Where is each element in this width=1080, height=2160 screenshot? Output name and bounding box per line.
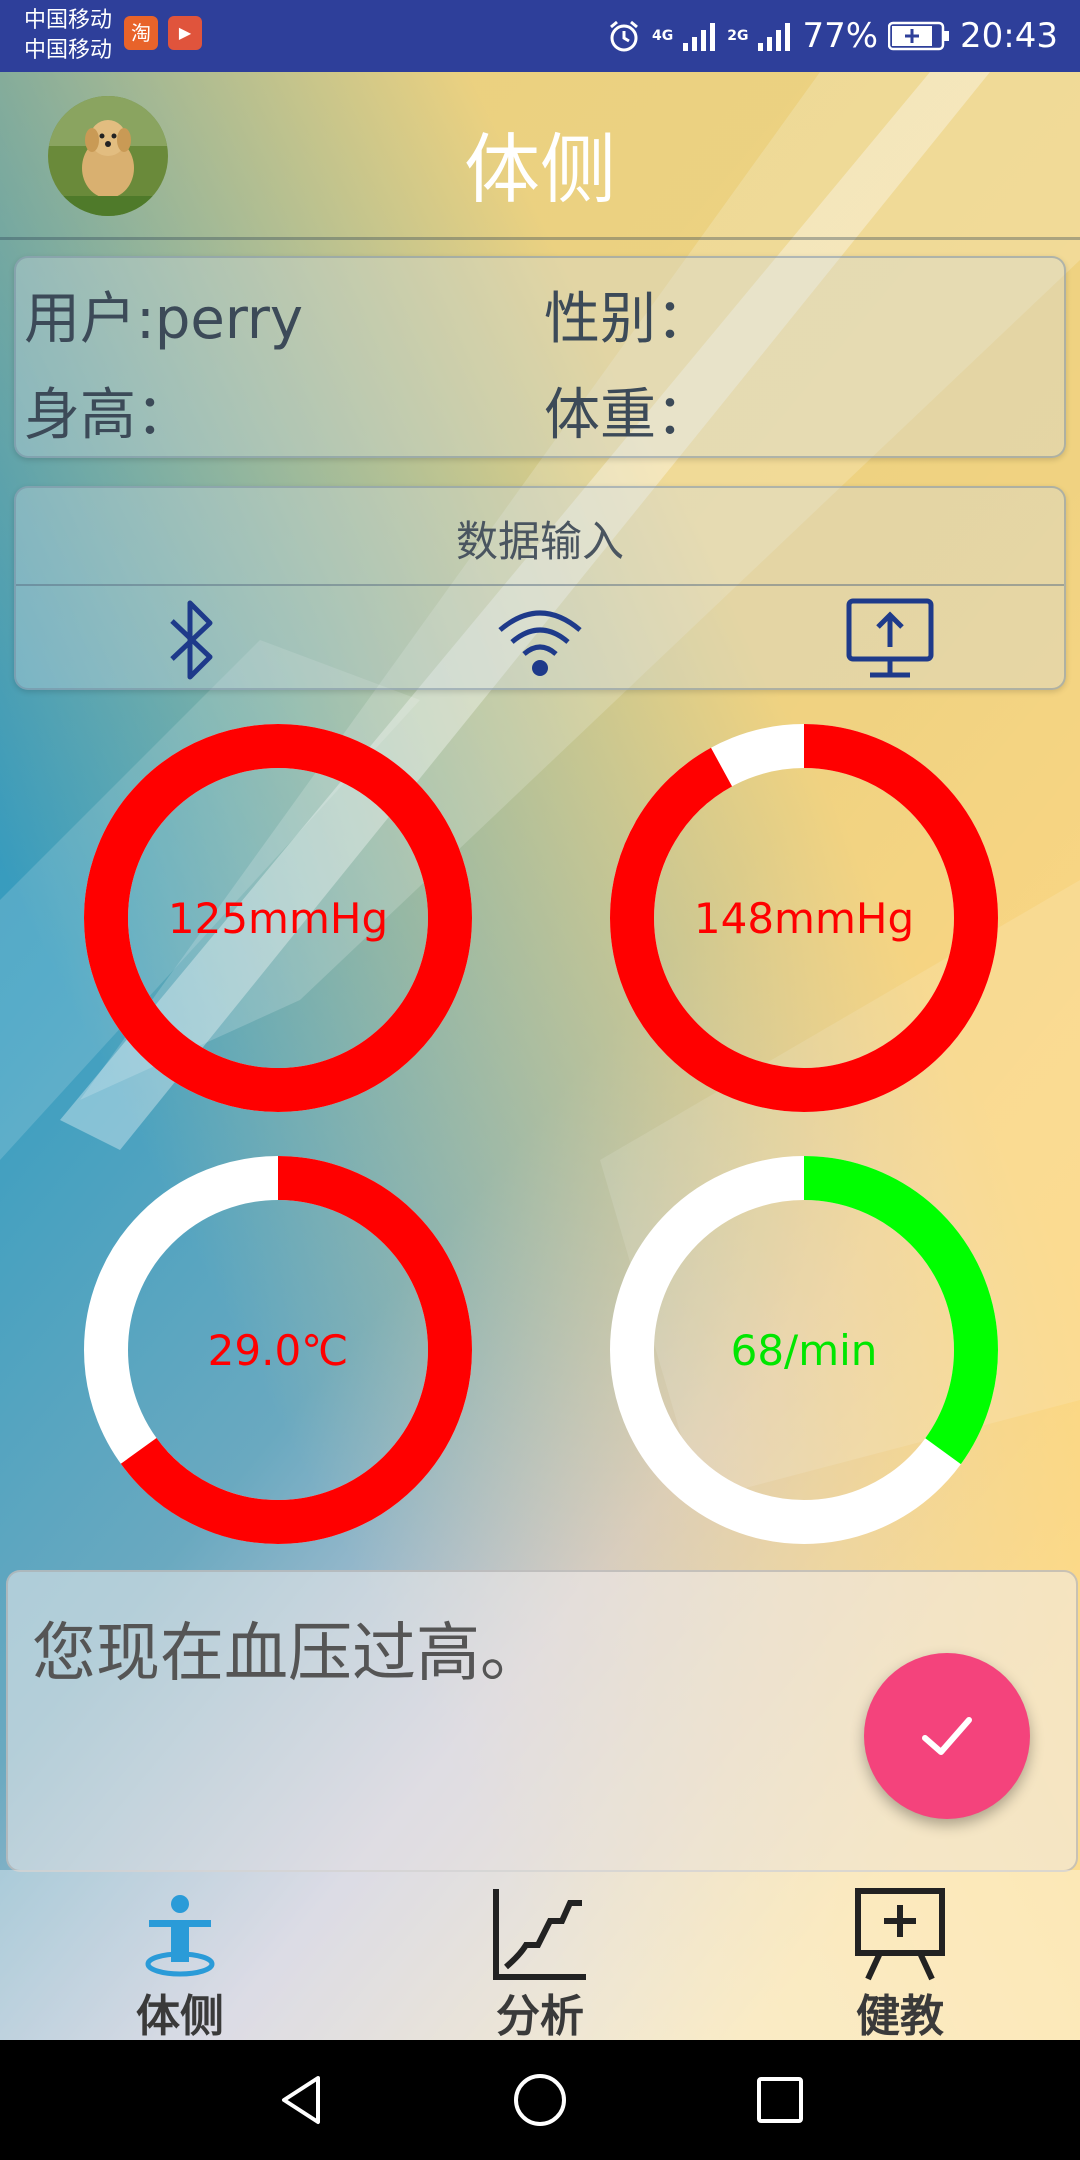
- network-type-2g: 2G: [727, 28, 749, 44]
- system-navigation-bar: [0, 2040, 1080, 2160]
- nav-item-analysis[interactable]: 分析: [420, 1870, 660, 2042]
- recents-square-icon: [757, 2077, 803, 2123]
- temperature-gauge: 29.0℃: [78, 1150, 478, 1550]
- clock: 20:43: [960, 16, 1058, 56]
- nav-item-education[interactable]: 健教: [780, 1870, 1020, 2042]
- nav-item-measure[interactable]: 体侧: [60, 1870, 300, 2042]
- bluetooth-icon[interactable]: [142, 592, 242, 688]
- carrier-label-2: 中国移动: [24, 38, 113, 63]
- nav-label-analysis: 分析: [496, 1991, 584, 2042]
- recents-button[interactable]: [740, 2060, 820, 2140]
- carrier-label-1: 中国移动: [24, 8, 113, 33]
- home-circle-icon: [514, 2074, 566, 2126]
- taobao-notification-icon: 淘: [124, 16, 158, 50]
- advice-text: 您现在血压过高。: [32, 1617, 544, 1691]
- systolic-pressure-gauge: 125mmHg: [78, 718, 478, 1118]
- back-triangle-icon: [282, 2076, 320, 2124]
- diastolic-pressure-gauge: 148mmHg: [604, 718, 1004, 1118]
- nav-label-measure: 体侧: [136, 1991, 224, 2042]
- gauge-value: 148mmHg: [693, 893, 915, 943]
- confirm-button[interactable]: [864, 1653, 1030, 1819]
- data-input-card: 数据输入: [14, 486, 1066, 690]
- presentation-board-icon: [855, 1888, 945, 1981]
- user-info-card: 用户:perry 性别： 身高： 体重：: [14, 256, 1066, 458]
- weight-label: 体重：: [544, 383, 712, 448]
- wifi-icon[interactable]: [490, 592, 590, 688]
- data-input-divider: [16, 584, 1064, 586]
- home-button[interactable]: [500, 2060, 580, 2140]
- battery-percent: 77%: [802, 16, 879, 56]
- video-notification-icon: ▶: [168, 16, 202, 50]
- page-title: 体侧: [464, 125, 616, 214]
- alarm-icon: [610, 20, 638, 52]
- bottom-navigation: 体侧 分析 健教: [0, 1870, 1080, 2042]
- gauge-value: 125mmHg: [167, 893, 389, 943]
- heart-rate-gauge: 68/min: [604, 1150, 1004, 1550]
- back-button[interactable]: [262, 2060, 342, 2140]
- data-input-title: 数据输入: [455, 517, 624, 566]
- battery-charging-icon: [888, 21, 950, 51]
- body-measure-icon: [145, 1895, 215, 1977]
- signal-icon: [683, 23, 716, 51]
- gauge-value: 29.0℃: [207, 1325, 349, 1375]
- network-type-4g: 4G: [651, 28, 674, 44]
- gauge-value: 68/min: [730, 1325, 878, 1375]
- header-divider: [0, 237, 1080, 240]
- status-indicators: 4G 2G 77% 20:43: [606, 0, 1058, 72]
- user-name-label: 用户:perry: [24, 287, 304, 352]
- height-label: 身高：: [24, 383, 192, 448]
- app-header: 体侧: [0, 72, 1080, 240]
- chart-trend-icon: [493, 1889, 586, 1980]
- signal-icon-2: [758, 23, 791, 51]
- monitor-upload-icon[interactable]: [840, 592, 940, 688]
- check-icon: [922, 1717, 972, 1755]
- nav-label-education: 健教: [856, 1991, 944, 2042]
- status-bar: 中国移动 中国移动 淘 ▶ 4G 2G 77% 20:43: [0, 0, 1080, 72]
- gender-label: 性别：: [544, 287, 712, 352]
